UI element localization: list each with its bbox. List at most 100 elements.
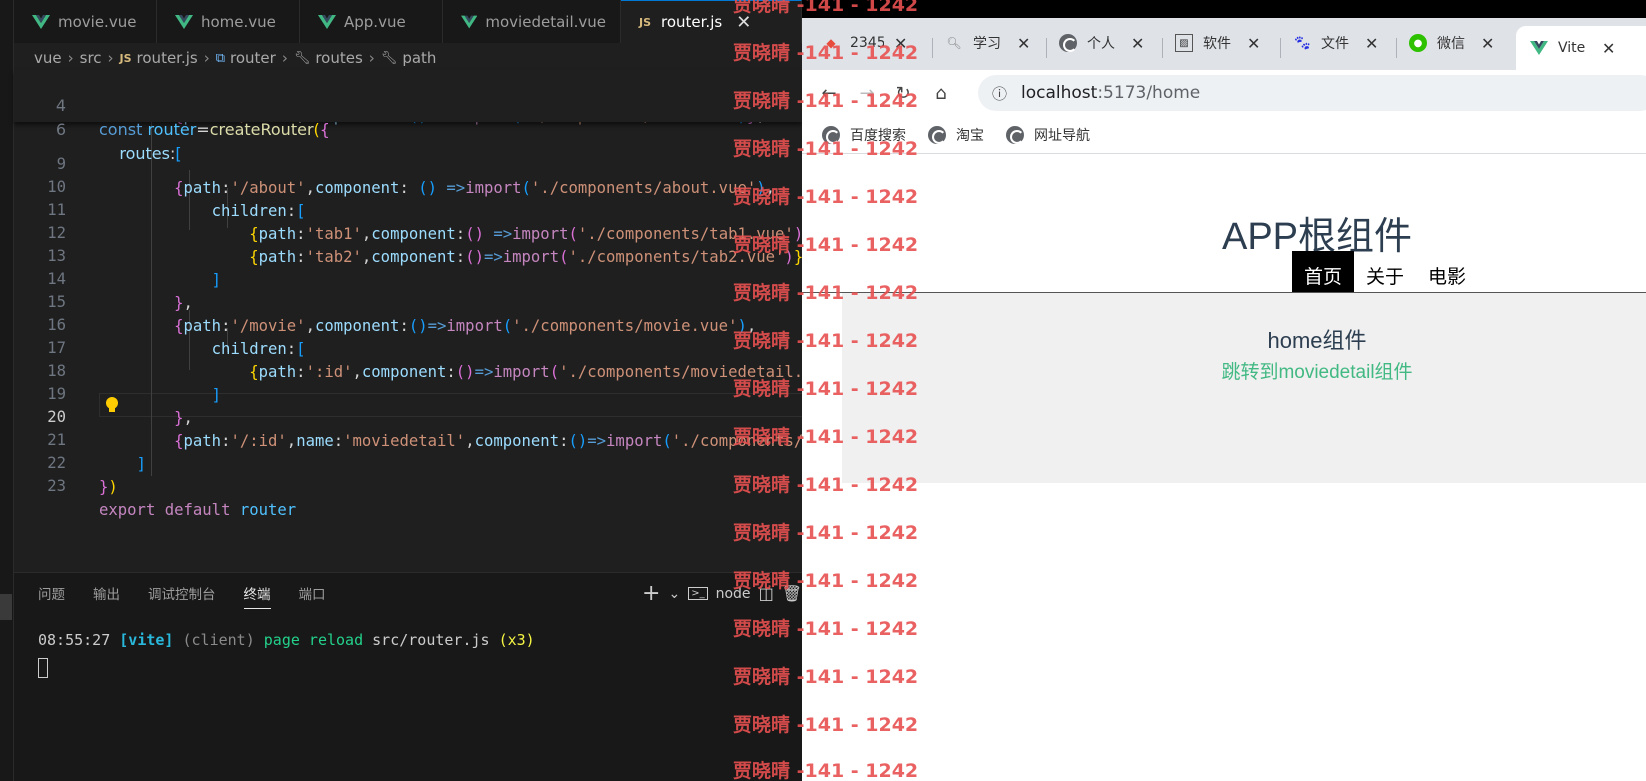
bookmark-label: 淘宝 <box>956 127 984 144</box>
chevron-right-icon: › <box>368 49 375 67</box>
tab-ports[interactable]: 端口 <box>299 583 326 609</box>
line-number: 6 <box>55 120 66 139</box>
browser-tab[interactable]: ▨ 软件 ✕ <box>1175 27 1260 59</box>
code-line[interactable]: 12 {path:'tab2',component:()=>import('./… <box>14 197 802 266</box>
bookmark-item[interactable]: 网址导航 <box>1006 125 1090 145</box>
browser-tab[interactable]: 🔍︎ 学习 ✕ <box>945 27 1030 59</box>
js-icon: JS <box>119 51 132 65</box>
watermark-text: 贾晓晴 -141 - 1242 <box>733 330 919 352</box>
tab-separator <box>1280 38 1281 58</box>
log-client: (client) <box>182 631 255 649</box>
tab-label: movie.vue <box>58 12 137 31</box>
code-line-current[interactable]: 20 {path:'/:id',name:'moviedetail',compo… <box>14 381 802 450</box>
browser-tab[interactable]: 🐾︎ 文件 ✕ <box>1293 27 1378 59</box>
code-text: const router=createRouter({ <box>99 120 330 139</box>
screen: movie.vue home.vue App.vue moviedetail.v… <box>0 0 1646 781</box>
vue-icon <box>461 15 478 28</box>
code-line[interactable]: 15 {path:'/movie',component:()=>import('… <box>14 266 802 335</box>
watermark-text: 贾晓晴 -141 - 1242 <box>733 138 919 160</box>
panel-tabs: 问题 输出 调试控制台 终端 端口 <box>38 583 354 609</box>
globe-icon <box>1006 125 1024 144</box>
bottom-panel: 问题 输出 调试控制台 终端 端口 + ⌄ >_ node ◫ 🗑︎ 08:55… <box>14 572 802 781</box>
watermark-text: 贾晓晴 -141 - 1242 <box>733 474 919 496</box>
tab-separator <box>1396 38 1397 58</box>
watermark-text: 贾晓晴 -141 - 1242 <box>733 522 919 544</box>
bookmark-item[interactable]: 淘宝 <box>928 125 984 145</box>
tab-label: App.vue <box>344 12 406 31</box>
breadcrumb-item[interactable]: vue <box>34 49 62 67</box>
breadcrumb-item[interactable]: router <box>230 49 276 67</box>
line-number: 23 <box>47 477 66 495</box>
code-line[interactable]: 21 ] <box>14 404 802 473</box>
browser-tab-label: 软件 <box>1203 36 1231 52</box>
code-line[interactable]: 11 {path:'tab1',component:() =>import('.… <box>14 174 802 243</box>
log-count: (x3) <box>498 631 535 649</box>
watermark-text: 贾晓晴 -141 - 1242 <box>733 0 919 16</box>
close-icon[interactable]: ✕ <box>1131 34 1144 53</box>
url-host: localhost <box>1021 83 1098 103</box>
close-icon[interactable]: ✕ <box>1481 34 1494 53</box>
terminal-output[interactable]: 08:55:27 [vite] (client) page reload src… <box>38 631 535 649</box>
activity-bar <box>0 0 14 781</box>
code-line[interactable]: 16 children:[ <box>14 289 802 358</box>
tab-debug-console[interactable]: 调试控制台 <box>148 583 216 609</box>
lightbulb-icon[interactable] <box>104 396 120 414</box>
add-terminal-icon[interactable]: + <box>642 581 660 606</box>
vscode-editor: movie.vue home.vue App.vue moviedetail.v… <box>0 0 802 781</box>
tab-label: home.vue <box>201 12 276 31</box>
editor-tab-bar: movie.vue home.vue App.vue moviedetail.v… <box>14 0 802 43</box>
code-line[interactable]: 6 routes:[ <box>14 94 802 163</box>
close-icon[interactable]: ✕ <box>1602 39 1615 58</box>
watermark-text: 贾晓晴 -141 - 1242 <box>733 714 919 736</box>
close-icon[interactable]: ✕ <box>1247 34 1260 53</box>
sticky-scroll: 4 const router=createRouter({ 6 routes:[ <box>14 70 802 163</box>
tab-moviedetail-vue[interactable]: moviedetail.vue <box>443 0 621 43</box>
watermark-text: 贾晓晴 -141 - 1242 <box>733 282 919 304</box>
close-icon[interactable]: ✕ <box>1017 34 1030 53</box>
code-line[interactable]: 13 ] <box>14 220 802 289</box>
info-icon[interactable]: ⓘ <box>992 83 1007 104</box>
browser-tab-active[interactable]: Vite ✕ <box>1516 26 1646 70</box>
watermark-text: 贾晓晴 -141 - 1242 <box>733 760 919 781</box>
breadcrumb-item[interactable]: path <box>402 49 436 67</box>
tab-home-vue[interactable]: home.vue <box>157 0 300 43</box>
code-line[interactable]: 4 const router=createRouter({ <box>14 70 802 139</box>
code-line[interactable]: 22 }) <box>14 427 802 496</box>
address-bar[interactable]: ⓘ localhost:5173/home <box>978 75 1646 111</box>
tab-terminal[interactable]: 终端 <box>243 583 271 609</box>
tab-movie-vue[interactable]: movie.vue <box>14 0 157 43</box>
code-line[interactable]: 23 export default router <box>14 450 802 519</box>
breadcrumb-item[interactable]: src <box>80 49 102 67</box>
variable-icon: ⧉ <box>215 50 226 66</box>
chevron-right-icon: › <box>281 49 288 67</box>
tab-output[interactable]: 输出 <box>93 583 120 609</box>
tab-app-vue[interactable]: App.vue <box>300 0 443 43</box>
chevron-down-icon[interactable]: ⌄ <box>668 586 680 602</box>
breadcrumb-item[interactable]: router.js <box>137 49 198 67</box>
close-icon[interactable]: ✕ <box>1365 34 1378 53</box>
watermark-text: 贾晓晴 -141 - 1242 <box>733 426 919 448</box>
code-line[interactable]: 18 ] <box>14 335 802 404</box>
browser-tab[interactable]: 个人 ✕ <box>1059 27 1144 59</box>
watermark-text: 贾晓晴 -141 - 1242 <box>733 234 919 256</box>
tab-label: moviedetail.vue <box>485 12 606 31</box>
log-tag: [vite] <box>119 631 174 649</box>
terminal-cursor <box>38 658 48 678</box>
watermark-text: 贾晓晴 -141 - 1242 <box>733 666 919 688</box>
globe-icon <box>1059 34 1077 52</box>
panel-indicator <box>0 594 12 620</box>
watermark-text: 贾晓晴 -141 - 1242 <box>733 90 919 112</box>
code-line[interactable]: 19 }, <box>14 358 802 427</box>
tab-problems[interactable]: 问题 <box>38 583 65 609</box>
url-path: :5173/home <box>1097 83 1201 103</box>
wechat-icon: ● <box>1409 34 1427 52</box>
watermark-text: 贾晓晴 -141 - 1242 <box>733 186 919 208</box>
vue-icon <box>1530 41 1548 55</box>
code-line[interactable]: 14 }, <box>14 243 802 312</box>
code-line[interactable]: 17 {path:':id',component:()=>import('./c… <box>14 312 802 381</box>
browser-tab[interactable]: ● 微信 ✕ <box>1409 27 1494 59</box>
breadcrumb: vue › src › JS router.js › ⧉ router › 🔧︎… <box>14 43 802 73</box>
breadcrumb-item[interactable]: routes <box>315 49 362 67</box>
watermark-text: 贾晓晴 -141 - 1242 <box>733 378 919 400</box>
browser-tab-label: 微信 <box>1437 36 1465 52</box>
